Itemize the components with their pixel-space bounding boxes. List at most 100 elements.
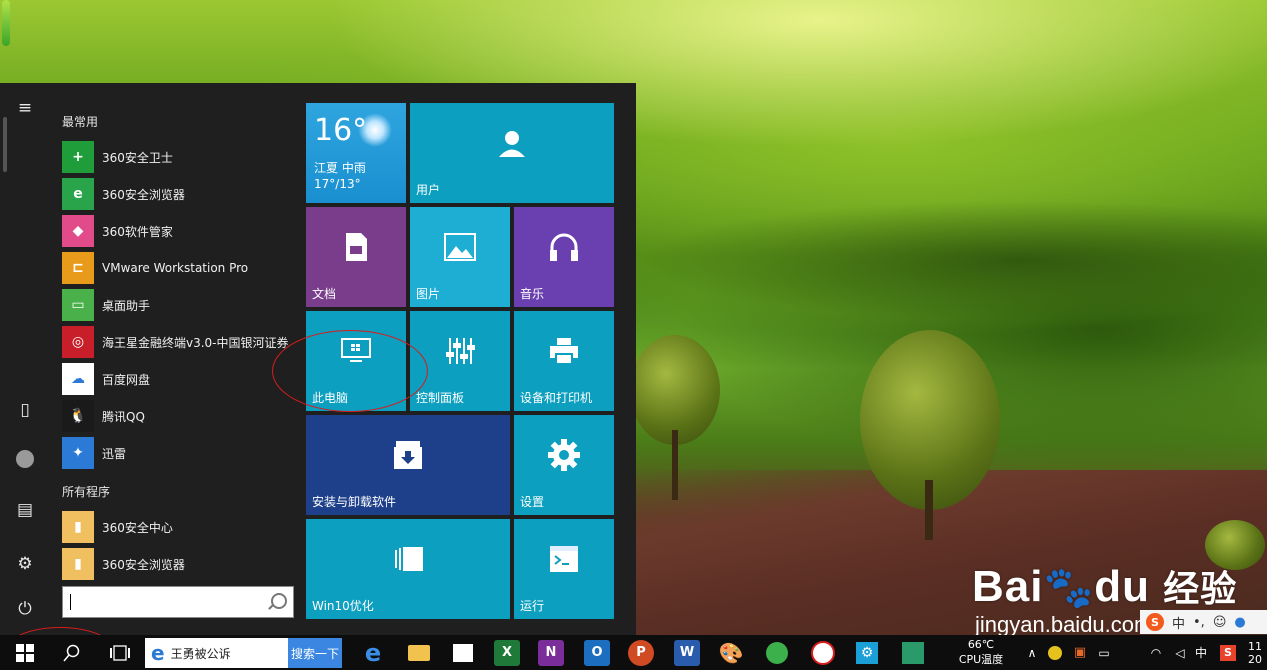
settings-gear-icon[interactable]: ⚙	[12, 551, 38, 577]
tray-app[interactable]: ▣	[1070, 635, 1090, 670]
most-used-item[interactable]: ✦ 迅雷	[62, 436, 294, 470]
tile-install-uninstall-label: 安装与卸载软件	[312, 495, 397, 509]
sogou-s-icon[interactable]: S	[1146, 613, 1164, 631]
app-label: VMware Workstation Pro	[102, 261, 249, 275]
punctuation-icon[interactable]: •,	[1193, 615, 1205, 630]
optimize-icon	[306, 519, 510, 599]
volume-icon: ◁	[1175, 645, 1185, 660]
app-icon: ▭	[62, 289, 94, 321]
store-bag-icon	[453, 643, 473, 662]
ime-mode-label[interactable]: 中	[1172, 613, 1185, 632]
emoji-icon[interactable]: ☺	[1213, 615, 1227, 630]
tray-network[interactable]: ◠	[1146, 635, 1166, 670]
browser-search-widget[interactable]: e 王勇被公诉	[145, 638, 288, 668]
app-icon: ✦	[62, 437, 94, 469]
most-used-item[interactable]: ⊏ VMware Workstation Pro	[62, 251, 294, 285]
tile-user[interactable]: 用户	[410, 103, 614, 203]
hamburger-menu-icon[interactable]: ≡	[12, 95, 38, 121]
taskbar-app-red[interactable]	[808, 635, 838, 670]
tablet-mode-icon[interactable]: ▯	[12, 397, 38, 423]
taskbar-search-button[interactable]	[58, 635, 86, 670]
tray-volume[interactable]: ◁	[1170, 635, 1190, 670]
taskbar-onenote[interactable]: N	[536, 635, 566, 670]
tile-documents[interactable]: 文档	[306, 207, 406, 307]
app-label: 海王星金融终端v3.0-中国银河证券	[102, 335, 289, 350]
taskbar-paint[interactable]: 🎨	[716, 635, 746, 670]
taskbar-explorer[interactable]	[404, 635, 434, 670]
text-caret	[70, 594, 71, 610]
360-browser-icon	[766, 641, 788, 664]
tile-documents-label: 文档	[312, 287, 337, 301]
clock[interactable]: 11 20	[1248, 635, 1267, 670]
start-search-input[interactable]	[62, 586, 294, 618]
taskbar-excel[interactable]: X	[492, 635, 522, 670]
word-icon: W	[674, 639, 700, 666]
gear-icon	[514, 415, 614, 495]
start-button[interactable]	[10, 635, 40, 670]
cpu-temp-widget[interactable]: 66℃ CPU温度	[950, 635, 1012, 670]
tile-pictures[interactable]: 图片	[410, 207, 510, 307]
tile-weather[interactable]: 16° 江夏 中雨 17°/13°	[306, 103, 406, 203]
powerpoint-icon: P	[628, 639, 654, 666]
tile-run[interactable]: 运行	[514, 519, 614, 619]
app-icon: ⊏	[62, 252, 94, 284]
cpu-temp-value: 66℃	[967, 638, 995, 651]
all-programs-heading[interactable]: 所有程序	[62, 483, 110, 500]
paw-icon: 🐾	[1043, 566, 1095, 610]
app-label: 360安全浏览器	[102, 187, 185, 202]
tile-this-pc-label: 此电脑	[312, 391, 349, 405]
taskbar-edge[interactable]: e	[358, 635, 388, 670]
power-icon[interactable]: ⏻	[12, 596, 38, 622]
install-box-icon	[306, 415, 510, 495]
tile-this-pc[interactable]: 此电脑	[306, 311, 406, 411]
tile-win10-optimize[interactable]: Win10优化	[306, 519, 510, 619]
tray-overflow-button[interactable]: ∧	[1022, 635, 1042, 670]
weather-range: 17°/13°	[314, 177, 361, 191]
tile-settings[interactable]: 设置	[514, 415, 614, 515]
settings-icon: ⚙	[856, 641, 878, 664]
hot-search-text[interactable]: 王勇被公诉	[171, 645, 231, 662]
app-label: 360软件管家	[102, 224, 173, 239]
tree-left-trunk	[672, 430, 678, 500]
tray-ime[interactable]: 中	[1192, 635, 1210, 670]
most-used-item[interactable]: 🐧 腾讯QQ	[62, 399, 294, 433]
tile-control-panel[interactable]: 控制面板	[410, 311, 510, 411]
app-label: 迅雷	[102, 446, 127, 461]
monitor-icon	[306, 311, 406, 391]
onenote-icon: N	[538, 639, 564, 666]
tray-360[interactable]	[1046, 635, 1064, 670]
most-used-item[interactable]: e 360安全浏览器	[62, 177, 294, 211]
tile-devices-printers[interactable]: 设备和打印机	[514, 311, 614, 411]
mic-icon[interactable]: ●	[1234, 615, 1245, 630]
search-icon	[63, 644, 80, 661]
tile-music[interactable]: 音乐	[514, 207, 614, 307]
app-icon: ☁	[62, 363, 94, 395]
taskbar-settings[interactable]: ⚙	[852, 635, 882, 670]
ime-toolbar[interactable]: S 中 •, ☺ ●	[1140, 610, 1267, 634]
search-icon[interactable]	[271, 593, 287, 609]
most-used-item[interactable]: ◆ 360软件管家	[62, 214, 294, 248]
most-used-item[interactable]: ◎ 海王星金融终端v3.0-中国银河证券	[62, 325, 294, 359]
most-used-item[interactable]: ▭ 桌面助手	[62, 288, 294, 322]
all-programs-item[interactable]: ▮ 360安全浏览器	[62, 547, 294, 581]
start-left-rail: ≡ ▯ ▤ ⚙ ⏻	[0, 83, 50, 635]
tray-sogou[interactable]: S	[1218, 635, 1238, 670]
most-used-item[interactable]: ☁ 百度网盘	[62, 362, 294, 396]
user-account-icon[interactable]	[12, 446, 38, 472]
taskbar-word[interactable]: W	[672, 635, 702, 670]
taskbar-app-green[interactable]	[898, 635, 928, 670]
tray-battery[interactable]: ▭	[1094, 635, 1114, 670]
task-view-button[interactable]	[106, 635, 134, 670]
taskbar-powerpoint[interactable]: P	[626, 635, 656, 670]
taskbar-store[interactable]	[448, 635, 478, 670]
taskbar-360browser[interactable]	[762, 635, 792, 670]
app-icon: 🐧	[62, 400, 94, 432]
all-programs-item[interactable]: ▮ 360安全中心	[62, 510, 294, 544]
headphones-icon	[514, 207, 614, 287]
file-explorer-icon[interactable]: ▤	[12, 497, 38, 523]
taskbar-outlook[interactable]: O	[582, 635, 612, 670]
most-used-item[interactable]: +360安全卫士	[62, 140, 294, 174]
search-go-button[interactable]: 搜索一下	[288, 638, 342, 668]
tile-install-uninstall[interactable]: 安装与卸载软件	[306, 415, 510, 515]
weather-city: 江夏 中雨	[314, 161, 366, 175]
